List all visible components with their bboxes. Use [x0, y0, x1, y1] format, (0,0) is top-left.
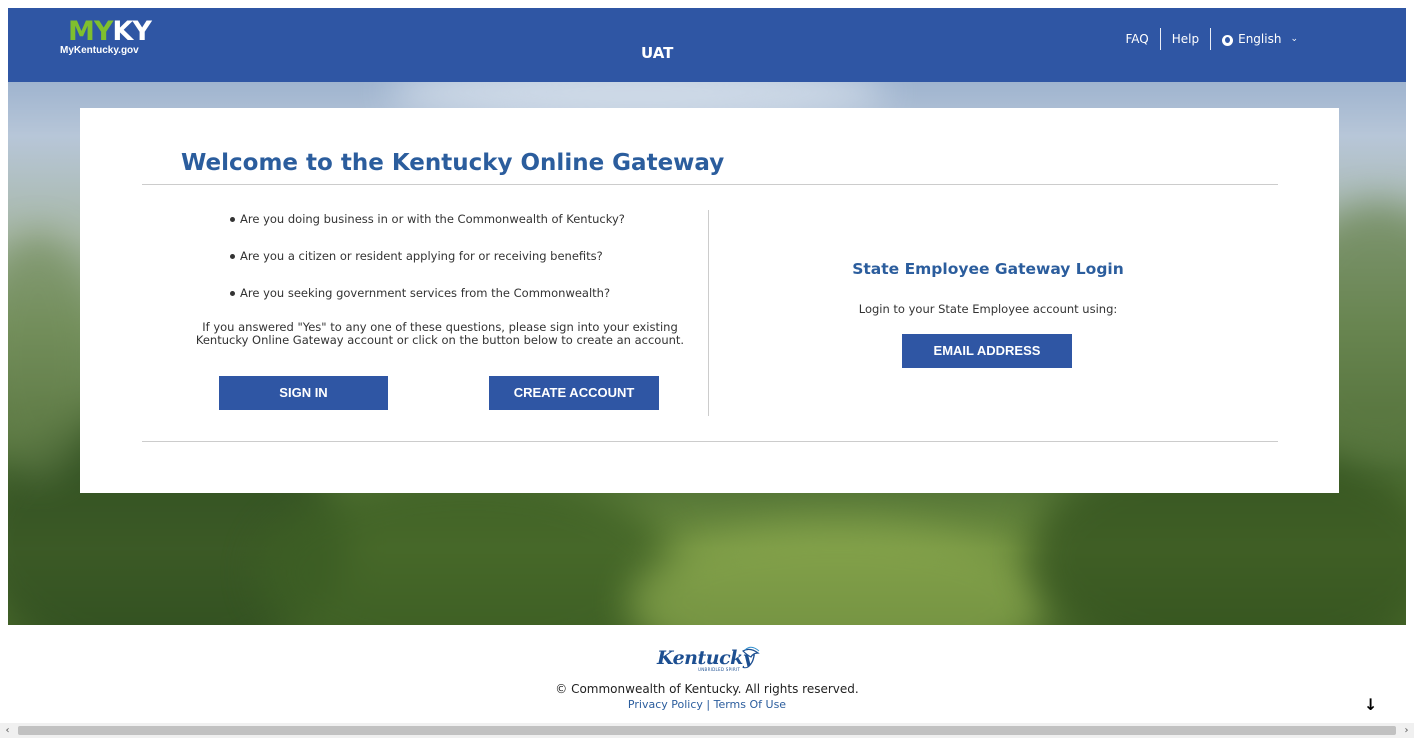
- logo-wordmark: MYKY: [68, 16, 152, 47]
- question-list: Are you doing business in or with the Co…: [230, 212, 625, 323]
- divider-bottom: [142, 441, 1278, 442]
- email-address-button[interactable]: EMAIL ADDRESS: [902, 334, 1072, 368]
- arrow-down-icon[interactable]: ↓: [1364, 695, 1377, 714]
- instructions-line: Kentucky Online Gateway account or click…: [195, 333, 685, 347]
- footer-link-separator: |: [706, 698, 711, 711]
- scroll-right-icon[interactable]: ›: [1399, 723, 1414, 738]
- welcome-card: Welcome to the Kentucky Online Gateway A…: [80, 108, 1339, 493]
- nav-divider: [1210, 28, 1212, 50]
- globe-icon: [1222, 34, 1234, 46]
- top-nav: FAQ Help English ⌄: [1126, 28, 1298, 50]
- list-item: Are you seeking government services from…: [230, 286, 625, 323]
- page-title: Welcome to the Kentucky Online Gateway: [181, 150, 725, 176]
- instructions-text: If you answered "Yes" to any one of thes…: [170, 321, 710, 347]
- background-blur: [628, 522, 1048, 625]
- faq-link[interactable]: FAQ: [1126, 32, 1149, 46]
- create-account-button[interactable]: CREATE ACCOUNT: [489, 376, 659, 410]
- footer-links: Privacy Policy | Terms Of Use: [0, 698, 1414, 711]
- copyright-text: © Commonwealth of Kentucky. All rights r…: [555, 682, 859, 696]
- divider-top: [142, 184, 1278, 185]
- state-employee-subtitle: Login to your State Employee account usi…: [858, 302, 1118, 316]
- horizontal-scrollbar[interactable]: ‹ ›: [0, 723, 1414, 738]
- sign-in-button[interactable]: SIGN IN: [219, 376, 388, 410]
- logo-ky: KY: [112, 16, 151, 47]
- language-selector[interactable]: English ⌄: [1222, 32, 1298, 46]
- terms-of-use-link[interactable]: Terms Of Use: [714, 698, 786, 711]
- nav-divider: [1159, 28, 1161, 50]
- logo-subtitle: MyKentucky.gov: [60, 45, 139, 56]
- footer: Kentucky UNBRIDLED SPIRIT © Commonwealth…: [0, 625, 1414, 723]
- privacy-policy-link[interactable]: Privacy Policy: [628, 698, 703, 711]
- list-item: Are you a citizen or resident applying f…: [230, 249, 625, 286]
- mykentucky-logo[interactable]: MYKY MyKentucky.gov: [60, 18, 170, 58]
- logo-my: MY: [68, 16, 113, 47]
- kentucky-logo: Kentucky UNBRIDLED SPIRIT: [655, 645, 765, 675]
- page: MYKY MyKentucky.gov UAT FAQ Help English…: [0, 0, 1414, 738]
- scroll-left-icon[interactable]: ‹: [0, 723, 15, 738]
- list-item: Are you doing business in or with the Co…: [230, 212, 625, 249]
- scrollbar-thumb[interactable]: [18, 726, 1396, 735]
- state-employee-title: State Employee Gateway Login: [852, 260, 1124, 278]
- language-label: English: [1238, 32, 1282, 46]
- top-header: MYKY MyKentucky.gov UAT FAQ Help English…: [8, 8, 1406, 82]
- environment-label: UAT: [641, 44, 674, 62]
- horse-icon: [742, 646, 760, 658]
- help-link[interactable]: Help: [1172, 32, 1199, 46]
- chevron-down-icon: ⌄: [1290, 34, 1298, 44]
